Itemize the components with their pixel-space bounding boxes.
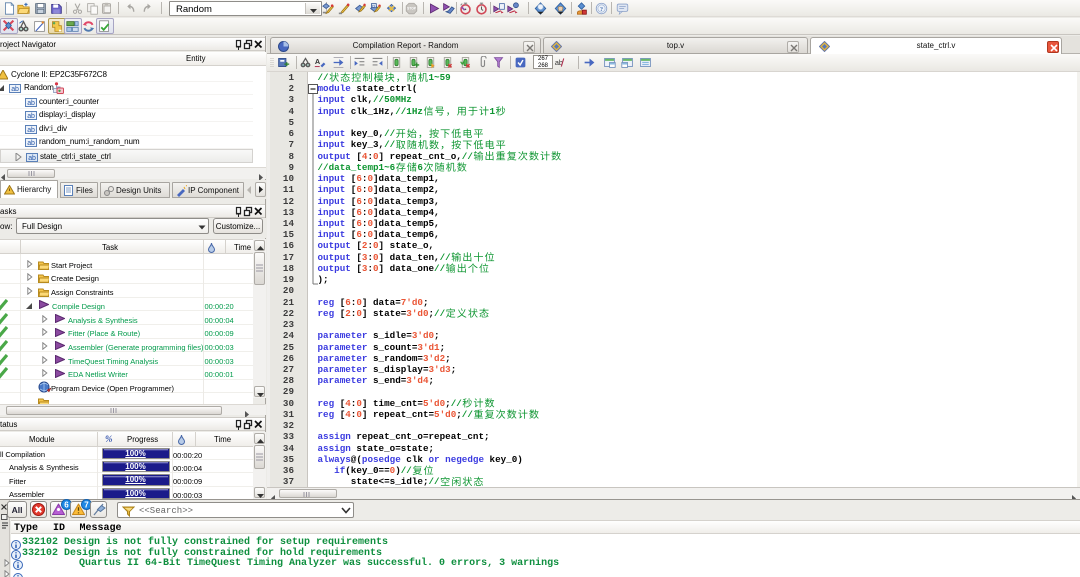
- svg-text:A: A: [315, 57, 321, 66]
- svg-text:7: 7: [84, 501, 89, 510]
- svg-text:?: ?: [600, 6, 603, 13]
- svg-text:STOP: STOP: [407, 7, 417, 11]
- svg-text:6: 6: [64, 501, 69, 510]
- svg-text:D: D: [372, 3, 375, 8]
